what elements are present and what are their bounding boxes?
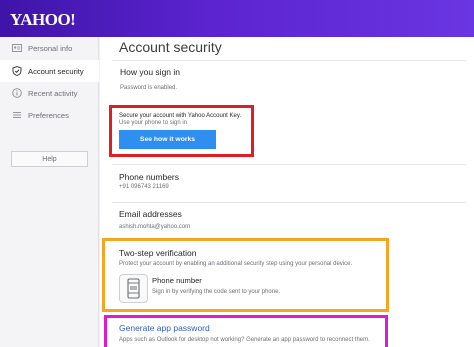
- phone-number-value: +91 096743 21169: [119, 184, 169, 190]
- sidebar: Personal info Account security Recent ac…: [0, 37, 99, 347]
- phone-numbers-title: Phone numbers: [119, 172, 180, 182]
- see-how-it-works-button[interactable]: See how it works: [119, 130, 216, 149]
- list-icon: [13, 112, 21, 118]
- sidebar-item-label: Account security: [28, 66, 84, 76]
- email-value: ashish.mohta@yahoo.com: [119, 224, 191, 230]
- two-step-description: Protect your account by enabling an addi…: [119, 261, 353, 267]
- help-button[interactable]: Help: [11, 151, 88, 167]
- sidebar-item-label: Recent activity: [28, 88, 78, 98]
- id-card-icon: [12, 44, 22, 52]
- main-content: Account security How you sign in Passwor…: [100, 37, 474, 347]
- phone-number-option-desc: Sign in by verifying the code sent to yo…: [152, 289, 281, 295]
- phone-icon[interactable]: [119, 274, 148, 303]
- info-icon: [12, 88, 22, 98]
- sidebar-item-recent-activity[interactable]: Recent activity: [0, 82, 99, 104]
- password-status: Password is enabled.: [120, 85, 178, 91]
- phone-glyph: [127, 278, 140, 299]
- phone-number-option-title[interactable]: Phone number: [152, 276, 202, 285]
- generate-app-password-link[interactable]: Generate app password: [119, 323, 210, 333]
- sidebar-item-label: Preferences: [28, 110, 69, 120]
- yahoo-logo[interactable]: YAHOO!: [10, 10, 76, 30]
- sidebar-item-label: Personal info: [28, 43, 73, 53]
- two-step-title: Two-step verification: [119, 248, 197, 258]
- sidebar-item-preferences[interactable]: Preferences: [0, 104, 99, 126]
- divider: [112, 60, 466, 61]
- sidebar-item-personal-info[interactable]: Personal info: [0, 37, 99, 59]
- page-title: Account security: [119, 39, 222, 55]
- divider: [112, 202, 466, 203]
- sidebar-item-account-security[interactable]: Account security: [0, 60, 99, 82]
- account-key-text: Secure your account with Yahoo Account K…: [119, 113, 242, 119]
- app-password-description: Apps such as Outlook for desktop not wor…: [119, 337, 370, 343]
- email-addresses-title: Email addresses: [119, 209, 182, 219]
- account-key-subtext: Use your phone to sign in: [119, 120, 188, 126]
- shield-icon: [12, 66, 22, 76]
- how-you-sign-in-title: How you sign in: [120, 67, 181, 77]
- top-bar: YAHOO!: [0, 0, 474, 37]
- divider: [112, 164, 466, 165]
